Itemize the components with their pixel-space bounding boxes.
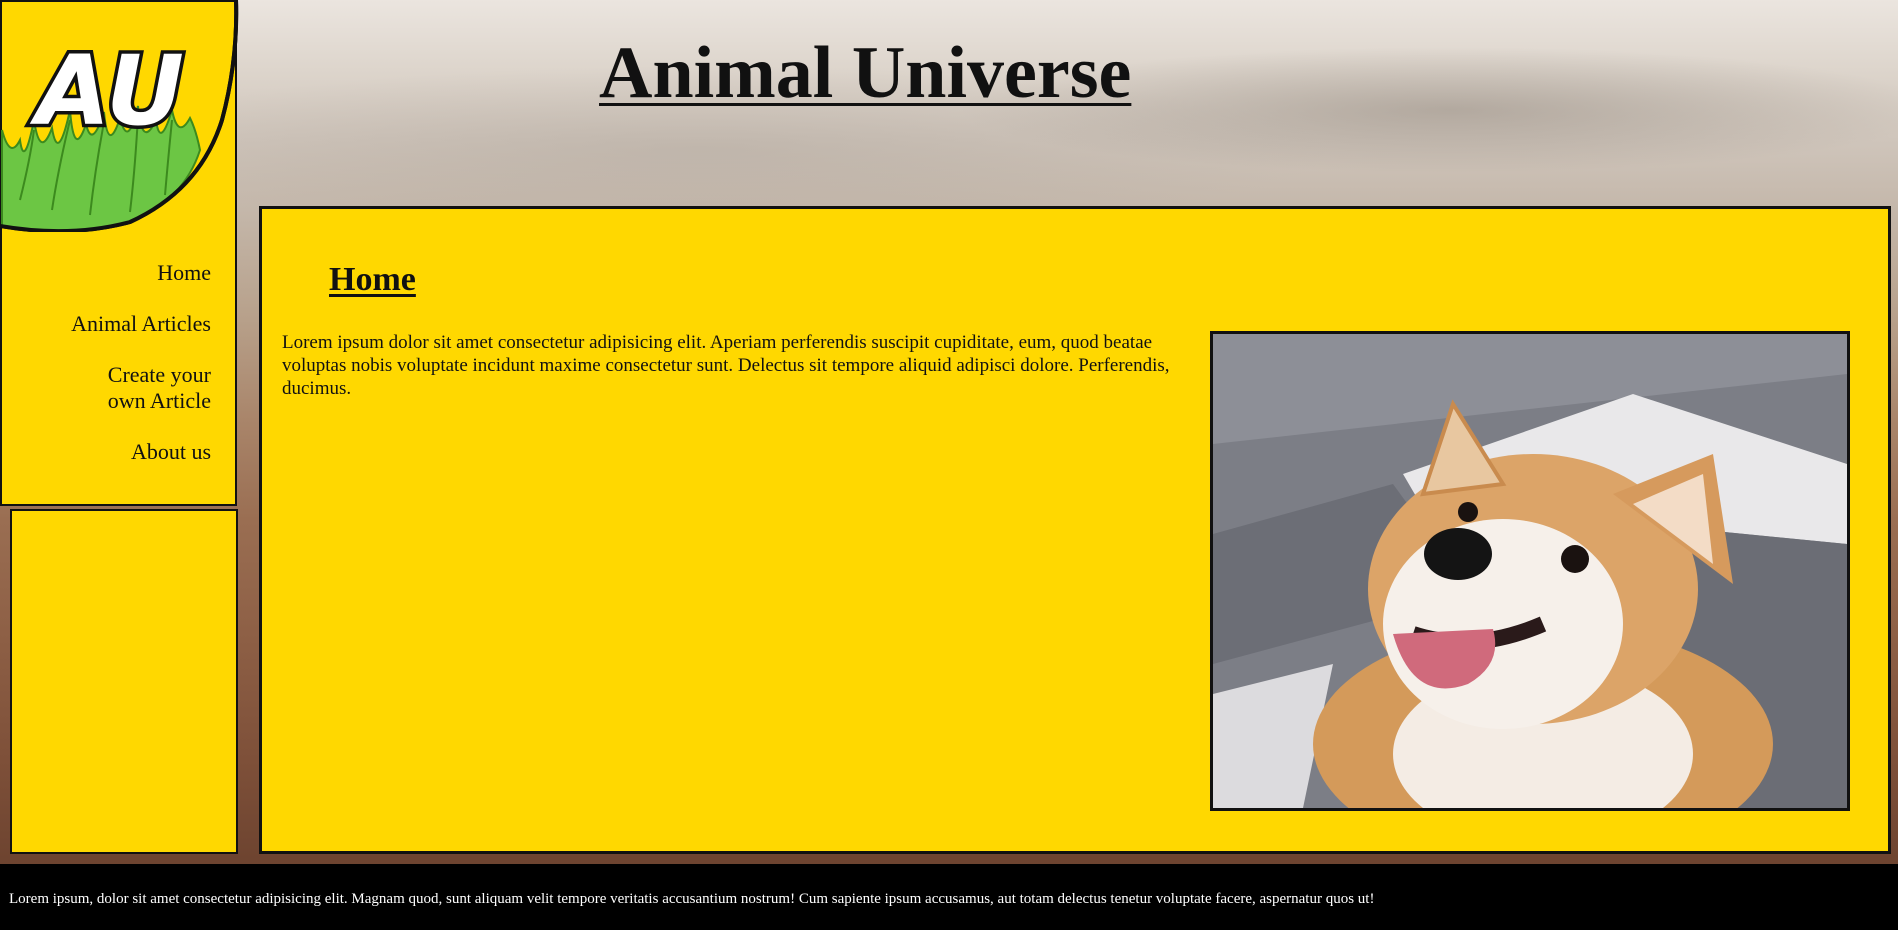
au-logo-icon: AU xyxy=(0,0,239,234)
side-panel xyxy=(10,509,238,854)
nav-item-about-us[interactable]: About us xyxy=(31,439,211,465)
nav-panel: AU Home Animal Articles Create your own … xyxy=(0,0,240,506)
footer-text: Lorem ipsum, dolor sit amet consectetur … xyxy=(9,891,1375,907)
nav-item-create-article[interactable]: Create your own Article xyxy=(91,362,211,414)
main-content: Home Lorem ipsum dolor sit amet consecte… xyxy=(259,206,1891,854)
logo[interactable]: AU xyxy=(0,0,240,234)
nav-item-animal-articles[interactable]: Animal Articles xyxy=(31,311,211,337)
corgi-photo xyxy=(1210,331,1850,811)
dog-image-icon xyxy=(1213,334,1847,808)
intro-paragraph: Lorem ipsum dolor sit amet consectetur a… xyxy=(282,332,1170,399)
nav-item-home[interactable]: Home xyxy=(31,260,211,286)
footer: Lorem ipsum, dolor sit amet consectetur … xyxy=(0,864,1898,930)
svg-text:AU: AU xyxy=(29,35,184,147)
page-heading: Home xyxy=(329,261,416,298)
site-title: Animal Universe xyxy=(599,32,1132,114)
main-nav: Home Animal Articles Create your own Art… xyxy=(31,260,211,490)
